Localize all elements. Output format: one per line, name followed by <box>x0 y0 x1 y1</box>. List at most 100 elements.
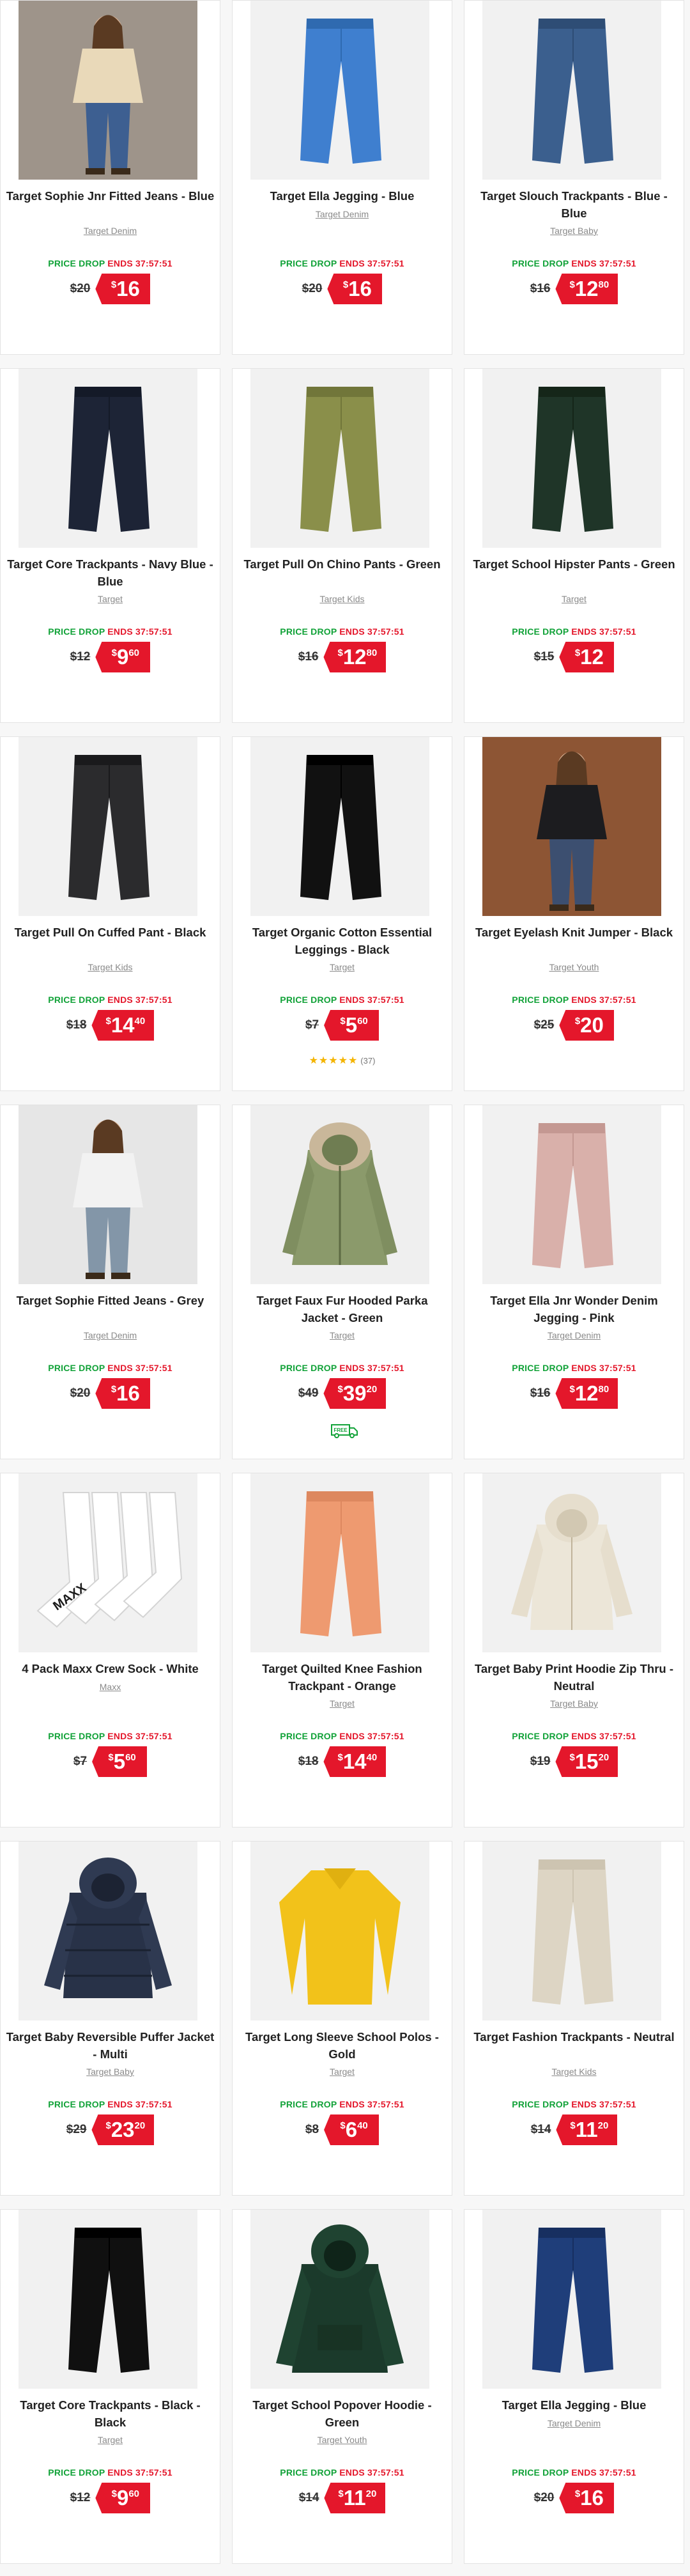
product-card[interactable]: Target Baby Print Hoodie Zip Thru - Neut… <box>464 1473 684 1827</box>
product-image[interactable] <box>482 1 661 180</box>
product-card[interactable]: Target Core Trackpants - Navy Blue - Blu… <box>0 368 220 723</box>
product-card[interactable]: Target Organic Cotton Essential Leggings… <box>232 736 452 1091</box>
sale-price-cents: 40 <box>366 1752 378 1763</box>
product-brand-link[interactable]: Target Baby <box>471 1698 677 1709</box>
product-brand-link[interactable]: Maxx <box>7 1682 213 1692</box>
product-image[interactable] <box>482 1105 661 1284</box>
sale-price-currency: $ <box>111 1384 117 1395</box>
product-card[interactable]: Target Fashion Trackpants - Neutral Targ… <box>464 1841 684 2196</box>
was-price: $20 <box>70 1386 91 1400</box>
product-brand-link[interactable]: Target Denim <box>239 209 445 219</box>
sale-price-cents: 20 <box>598 1752 610 1763</box>
product-name[interactable]: Target Core Trackpants - Navy Blue - Blu… <box>6 555 215 590</box>
product-name[interactable]: Target Sophie Fitted Jeans - Grey <box>6 1292 215 1309</box>
product-brand-link[interactable]: Target Denim <box>7 1330 213 1340</box>
product-brand-link[interactable]: Target Denim <box>471 2418 677 2428</box>
product-image[interactable] <box>482 1473 661 1652</box>
product-image[interactable] <box>19 1105 197 1284</box>
product-card[interactable]: Target Baby Reversible Puffer Jacket - M… <box>0 1841 220 2196</box>
product-card[interactable]: Target Sophie Fitted Jeans - Grey Target… <box>0 1105 220 1459</box>
star-rating[interactable]: ★★★★★ (37) <box>233 1054 452 1067</box>
product-brand-link[interactable]: Target Baby <box>471 226 677 236</box>
product-card[interactable]: Target Ella Jegging - Blue Target Denim … <box>464 2209 684 2564</box>
product-brand-link[interactable]: Target Kids <box>239 594 445 604</box>
product-brand-link[interactable]: Target Denim <box>471 1330 677 1340</box>
product-card[interactable]: Target Sophie Jnr Fitted Jeans - Blue Ta… <box>0 0 220 355</box>
product-image[interactable] <box>19 2210 197 2389</box>
product-name[interactable]: Target Baby Print Hoodie Zip Thru - Neut… <box>470 1660 678 1695</box>
product-name[interactable]: Target Organic Cotton Essential Leggings… <box>238 924 447 958</box>
price-drop-promo: PRICE DROP ENDS 37:57:51 <box>464 1363 684 1373</box>
product-name[interactable]: Target Pull On Cuffed Pant - Black <box>6 924 215 941</box>
product-name[interactable]: Target Ella Jegging - Blue <box>238 187 447 205</box>
product-name[interactable]: Target Faux Fur Hooded Parka Jacket - Gr… <box>238 1292 447 1326</box>
sale-price-currency: $ <box>105 1016 111 1027</box>
product-name[interactable]: Target School Popover Hoodie - Green <box>238 2396 447 2431</box>
product-image[interactable] <box>250 2210 429 2389</box>
product-image[interactable] <box>250 1842 429 2021</box>
product-card[interactable]: Target Faux Fur Hooded Parka Jacket - Gr… <box>232 1105 452 1459</box>
product-card[interactable]: Target Pull On Chino Pants - Green Targe… <box>232 368 452 723</box>
price-block: $7 $ 5 60 <box>233 1010 452 1041</box>
product-image[interactable] <box>19 369 197 548</box>
product-card[interactable]: Target Core Trackpants - Black - Black T… <box>0 2209 220 2564</box>
product-name[interactable]: Target Slouch Trackpants - Blue - Blue <box>470 187 678 222</box>
product-brand-link[interactable]: Target <box>239 1330 445 1340</box>
product-brand-link[interactable]: Target Youth <box>471 962 677 972</box>
product-brand-link[interactable]: Target <box>7 2435 213 2445</box>
product-name[interactable]: Target Ella Jegging - Blue <box>470 2396 678 2414</box>
product-image[interactable] <box>250 1105 429 1284</box>
product-brand-link[interactable]: Target <box>239 1698 445 1709</box>
sale-price-tag: $ 15 20 <box>555 1746 618 1777</box>
product-image[interactable] <box>19 737 197 916</box>
product-brand-link[interactable]: Target Kids <box>471 2067 677 2077</box>
product-brand-link[interactable]: Target Denim <box>7 226 213 236</box>
promo-ends-timer: ENDS 37:57:51 <box>107 1731 172 1741</box>
product-card[interactable]: MAXX 4 Pack Maxx Crew Sock - White Maxx … <box>0 1473 220 1827</box>
product-card[interactable]: Target Slouch Trackpants - Blue - Blue T… <box>464 0 684 355</box>
product-image[interactable] <box>19 1 197 180</box>
product-name[interactable]: 4 Pack Maxx Crew Sock - White <box>6 1660 215 1677</box>
product-card[interactable]: Target Ella Jegging - Blue Target Denim … <box>232 0 452 355</box>
product-name[interactable]: Target School Hipster Pants - Green <box>470 555 678 573</box>
was-price: $8 <box>305 2123 319 2136</box>
product-image[interactable] <box>482 369 661 548</box>
product-card[interactable]: Target Long Sleeve School Polos - Gold T… <box>232 1841 452 2196</box>
product-brand-link[interactable]: Target <box>471 594 677 604</box>
product-name[interactable]: Target Ella Jnr Wonder Denim Jegging - P… <box>470 1292 678 1326</box>
product-image[interactable] <box>250 737 429 916</box>
product-card[interactable]: Target Quilted Knee Fashion Trackpant - … <box>232 1473 452 1827</box>
product-card[interactable]: Target Ella Jnr Wonder Denim Jegging - P… <box>464 1105 684 1459</box>
product-name[interactable]: Target Sophie Jnr Fitted Jeans - Blue <box>6 187 215 205</box>
product-image[interactable] <box>250 1 429 180</box>
product-brand-link[interactable]: Target Baby <box>7 2067 213 2077</box>
product-card[interactable]: Target Pull On Cuffed Pant - Black Targe… <box>0 736 220 1091</box>
product-brand-link[interactable]: Target Kids <box>7 962 213 972</box>
sale-price-dollars: 5 <box>113 1750 126 1773</box>
product-image[interactable]: MAXX <box>19 1473 197 1652</box>
product-brand-link[interactable]: Target <box>239 962 445 972</box>
product-brand-link[interactable]: Target <box>7 594 213 604</box>
product-name[interactable]: Target Long Sleeve School Polos - Gold <box>238 2028 447 2063</box>
product-name[interactable]: Target Quilted Knee Fashion Trackpant - … <box>238 1660 447 1695</box>
product-name[interactable]: Target Baby Reversible Puffer Jacket - M… <box>6 2028 215 2063</box>
product-image[interactable] <box>250 369 429 548</box>
product-name[interactable]: Target Pull On Chino Pants - Green <box>238 555 447 573</box>
product-brand-link[interactable]: Target Youth <box>239 2435 445 2445</box>
was-price: $12 <box>70 2491 91 2504</box>
sale-price-tag: $ 12 <box>559 642 615 672</box>
promo-ends-timer: ENDS 37:57:51 <box>571 1363 636 1373</box>
product-image[interactable] <box>19 1842 197 2021</box>
product-name[interactable]: Target Fashion Trackpants - Neutral <box>470 2028 678 2045</box>
product-image[interactable] <box>482 1842 661 2021</box>
product-brand-link[interactable]: Target <box>239 2067 445 2077</box>
product-image[interactable] <box>250 1473 429 1652</box>
product-image[interactable] <box>482 2210 661 2389</box>
was-price: $7 <box>305 1018 319 1032</box>
product-card[interactable]: Target School Popover Hoodie - Green Tar… <box>232 2209 452 2564</box>
product-card[interactable]: Target School Hipster Pants - Green Targ… <box>464 368 684 723</box>
product-name[interactable]: Target Eyelash Knit Jumper - Black <box>470 924 678 941</box>
product-name[interactable]: Target Core Trackpants - Black - Black <box>6 2396 215 2431</box>
product-image[interactable] <box>482 737 661 916</box>
product-card[interactable]: Target Eyelash Knit Jumper - Black Targe… <box>464 736 684 1091</box>
